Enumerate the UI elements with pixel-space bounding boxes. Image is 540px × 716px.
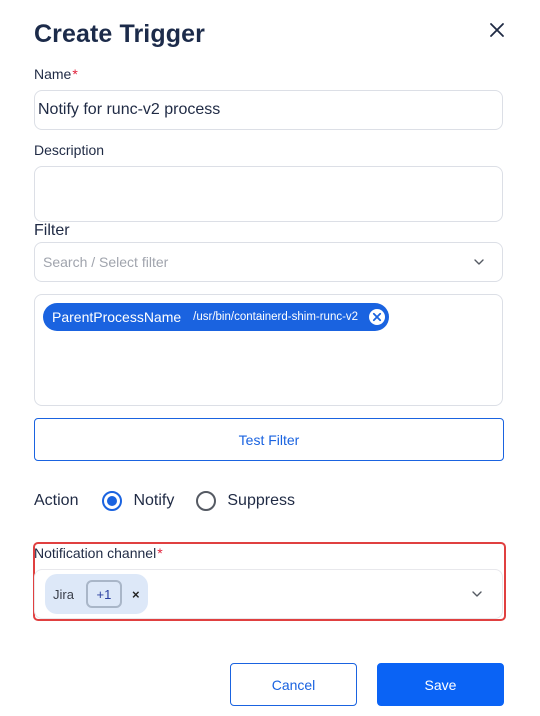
description-input[interactable] xyxy=(34,166,503,222)
cancel-button[interactable]: Cancel xyxy=(230,663,357,706)
notification-channel-chip: Jira +1 × xyxy=(45,574,148,614)
name-input[interactable] xyxy=(34,90,503,130)
filter-label: Filter xyxy=(34,222,70,239)
more-count-badge[interactable]: +1 xyxy=(85,580,122,608)
notification-channel-select[interactable]: Jira +1 × xyxy=(34,569,503,619)
clear-icon[interactable]: × xyxy=(132,587,140,602)
radio-unchecked-icon xyxy=(196,491,217,511)
test-filter-button[interactable]: Test Filter xyxy=(34,418,504,461)
save-button[interactable]: Save xyxy=(377,663,504,706)
filter-chip-value: /usr/bin/containerd-shim-runc-v2 xyxy=(193,311,359,323)
name-label: Name* xyxy=(34,66,78,82)
required-mark: * xyxy=(72,66,78,82)
filter-chip: ParentProcessName /usr/bin/containerd-sh… xyxy=(43,303,390,331)
action-label: Action xyxy=(34,492,79,509)
close-icon[interactable] xyxy=(485,18,509,42)
create-trigger-dialog: Create Trigger Name* Description Filter … xyxy=(0,0,540,716)
suppress-radio-label: Suppress xyxy=(227,492,295,509)
filter-chip-key: ParentProcessName xyxy=(52,309,182,325)
filter-placeholder: Search / Select filter xyxy=(43,254,169,270)
dialog-title: Create Trigger xyxy=(34,20,205,48)
selected-channel: Jira xyxy=(53,586,74,602)
required-mark: * xyxy=(157,545,163,561)
filter-chip-area: ParentProcessName /usr/bin/containerd-sh… xyxy=(34,294,503,406)
notify-radio[interactable]: Notify xyxy=(102,491,174,511)
radio-checked-icon xyxy=(102,491,123,511)
notification-channel-label: Notification channel* xyxy=(34,545,163,561)
remove-chip-icon[interactable] xyxy=(368,308,386,326)
description-label: Description xyxy=(34,142,105,158)
chevron-down-icon xyxy=(472,591,482,597)
action-row: Action Notify Suppress xyxy=(34,488,317,514)
chevron-down-icon xyxy=(474,259,484,265)
filter-search-select[interactable]: Search / Select filter xyxy=(34,242,503,282)
notify-radio-label: Notify xyxy=(133,492,175,509)
suppress-radio[interactable]: Suppress xyxy=(196,491,295,511)
